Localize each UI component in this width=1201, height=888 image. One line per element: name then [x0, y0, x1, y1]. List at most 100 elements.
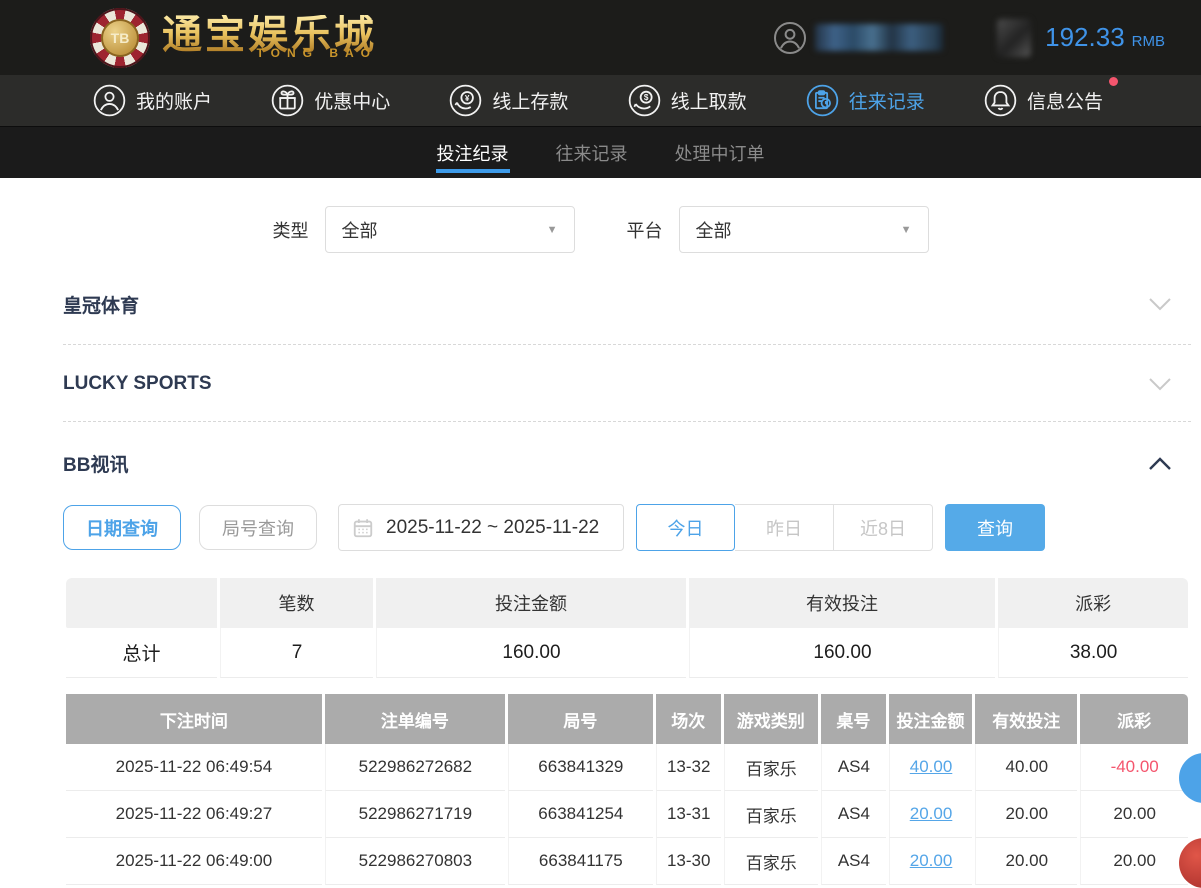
deposit-hand-coin-icon: ¥ [449, 84, 482, 117]
balance-currency: RMB [1132, 33, 1165, 50]
platform-filter-label: 平台 [627, 217, 663, 243]
nav-item-transaction-records[interactable]: 往来记录 [806, 84, 925, 117]
nav-label: 我的账户 [136, 87, 212, 114]
bets-header-cell: 有效投注 [975, 694, 1077, 744]
section-header-crown-sports[interactable]: 皇冠体育 [63, 263, 1191, 345]
date-range-picker[interactable]: 2025-11-22 ~ 2025-11-22 [338, 504, 624, 551]
summary-total-payout: 38.00 [998, 628, 1188, 678]
wallet-icon-blurred [997, 19, 1031, 57]
section-header-bb-live[interactable]: BB视讯 [63, 422, 1191, 477]
platform-select[interactable]: 全部 ▼ [679, 206, 929, 253]
nav-label: 线上存款 [492, 87, 568, 114]
bet-order-id: 522986272682 [325, 744, 505, 791]
topbar-user-area: 192.33 RMB [773, 19, 1165, 57]
summary-total-valid-bet: 160.00 [689, 628, 995, 678]
summary-header-row: 笔数 投注金额 有效投注 派彩 [66, 578, 1188, 628]
date-range-value: 2025-11-22 ~ 2025-11-22 [386, 517, 599, 539]
bet-game-type: 百家乐 [724, 791, 818, 838]
search-button[interactable]: 查询 [945, 504, 1045, 551]
bet-order-id: 522986270803 [325, 838, 505, 885]
chevron-up-icon [1149, 457, 1171, 470]
quick-range-today[interactable]: 今日 [636, 504, 735, 551]
nav-label: 优惠中心 [314, 87, 390, 114]
bet-table-id: AS4 [821, 838, 886, 885]
bet-payout: -40.00 [1080, 744, 1188, 791]
summary-total-row: 总计 7 160.00 160.00 38.00 [66, 628, 1188, 678]
bets-header-cell: 下注时间 [66, 694, 322, 744]
chevron-down-icon [1149, 378, 1171, 391]
bet-game-type: 百家乐 [724, 838, 818, 885]
bets-header-cell: 投注金额 [889, 694, 972, 744]
nav-label: 往来记录 [849, 87, 925, 114]
bets-header-cell: 场次 [656, 694, 721, 744]
bet-round-id: 663841254 [508, 791, 653, 838]
bet-table-id: AS4 [821, 744, 886, 791]
bet-session: 13-30 [656, 838, 721, 885]
type-select[interactable]: 全部 ▼ [325, 206, 575, 253]
filter-row: 类型 全部 ▼ 平台 全部 ▼ [63, 206, 1138, 253]
bet-amount-link[interactable]: 20.00 [910, 851, 953, 870]
bet-time: 2025-11-22 06:49:00 [66, 838, 322, 885]
query-toolbar: 日期查询 局号查询 2025-11-22 ~ 2025-11-22 今日 昨日 … [63, 504, 1191, 551]
type-select-value: 全部 [342, 217, 378, 243]
site-logo[interactable]: TB 通宝娱乐城 TONG BAO [90, 8, 377, 68]
caret-down-icon: ▼ [901, 224, 912, 236]
type-filter-label: 类型 [273, 217, 309, 243]
nav-item-my-account[interactable]: 我的账户 [93, 84, 212, 117]
quick-range-group: 今日 昨日 近8日 [636, 504, 933, 551]
bet-payout: 20.00 [1080, 838, 1188, 885]
summary-header-payout: 派彩 [998, 578, 1188, 628]
bet-valid-amount: 20.00 [975, 791, 1077, 838]
notification-dot [1109, 77, 1118, 86]
bets-header-cell: 派彩 [1080, 694, 1188, 744]
round-query-button[interactable]: 局号查询 [199, 505, 317, 550]
bets-header-cell: 局号 [508, 694, 653, 744]
tab-transaction-records[interactable]: 往来记录 [555, 127, 629, 178]
top-header-bar: TB 通宝娱乐城 TONG BAO 192.33 RMB [0, 0, 1201, 75]
section-title: BB视讯 [63, 450, 128, 477]
records-clipboard-icon [806, 84, 839, 117]
poker-chip-label: TB [101, 19, 139, 57]
nav-item-online-deposit[interactable]: ¥ 线上存款 [449, 84, 568, 117]
date-query-button[interactable]: 日期查询 [63, 505, 181, 550]
summary-header-count: 笔数 [220, 578, 373, 628]
quick-range-yesterday[interactable]: 昨日 [735, 504, 834, 551]
bet-row: 2025-11-22 06:49:00 522986270803 6638411… [66, 838, 1188, 885]
quick-range-last8days[interactable]: 近8日 [834, 504, 933, 551]
bet-round-id: 663841329 [508, 744, 653, 791]
username-blurred[interactable] [815, 24, 943, 51]
user-avatar-icon[interactable] [773, 21, 807, 55]
bet-row: 2025-11-22 06:49:54 522986272682 6638413… [66, 744, 1188, 791]
bet-amount-link[interactable]: 40.00 [910, 757, 953, 776]
nav-item-announcements[interactable]: 信息公告 [984, 84, 1103, 117]
withdraw-hand-coin-icon: $ [628, 84, 661, 117]
nav-item-online-withdrawal[interactable]: $ 线上取款 [628, 84, 747, 117]
bet-amount-link[interactable]: 20.00 [910, 804, 953, 823]
tab-bet-records[interactable]: 投注纪录 [436, 127, 510, 178]
section-header-lucky-sports[interactable]: LUCKY SPORTS [63, 345, 1191, 422]
section-title: LUCKY SPORTS [63, 373, 212, 395]
platform-select-value: 全部 [696, 217, 732, 243]
caret-down-icon: ▼ [547, 224, 558, 236]
bet-records-table: 下注时间注单编号局号场次游戏类别桌号投注金额有效投注派彩 2025-11-22 … [63, 694, 1191, 885]
bet-time: 2025-11-22 06:49:27 [66, 791, 322, 838]
poker-chip-logo-icon: TB [90, 8, 150, 68]
calendar-icon [352, 517, 374, 539]
bet-amount-cell: 20.00 [889, 838, 972, 885]
bet-amount-cell: 40.00 [889, 744, 972, 791]
bet-valid-amount: 20.00 [975, 838, 1077, 885]
summary-total-bet-amount: 160.00 [376, 628, 686, 678]
bets-header-cell: 游戏类别 [724, 694, 818, 744]
bet-game-type: 百家乐 [724, 744, 818, 791]
bet-amount-cell: 20.00 [889, 791, 972, 838]
section-title: 皇冠体育 [63, 291, 139, 318]
nav-item-promotions[interactable]: 优惠中心 [271, 84, 390, 117]
bets-header-row: 下注时间注单编号局号场次游戏类别桌号投注金额有效投注派彩 [66, 694, 1188, 744]
platform-filter: 平台 全部 ▼ [627, 206, 929, 253]
summary-header-valid-bet: 有效投注 [689, 578, 995, 628]
svg-text:¥: ¥ [465, 94, 470, 103]
bet-order-id: 522986271719 [325, 791, 505, 838]
tab-pending-orders[interactable]: 处理中订单 [674, 127, 766, 178]
summary-total-label: 总计 [66, 628, 217, 678]
gift-icon [271, 84, 304, 117]
